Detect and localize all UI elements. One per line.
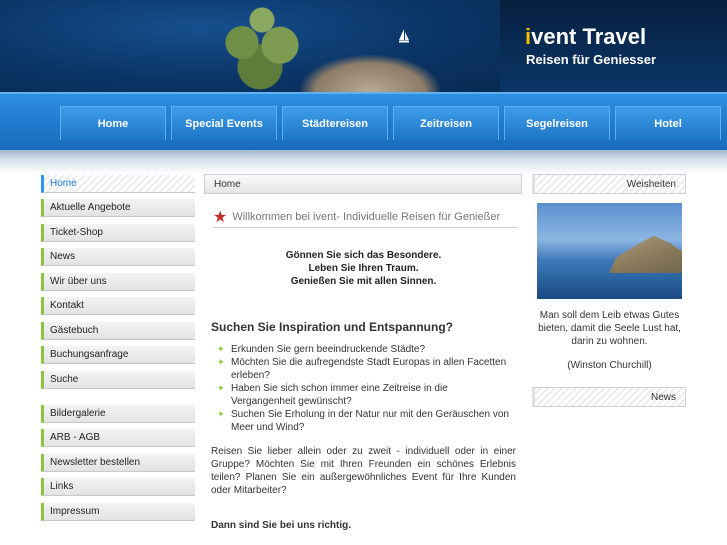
nav-segelreisen[interactable]: Segelreisen [504, 106, 610, 140]
sidebar-item-newsletter[interactable]: Newsletter bestellen [41, 454, 195, 472]
rock-image [300, 55, 440, 92]
nav-special-events[interactable]: Special Events [171, 106, 277, 140]
news-box[interactable]: News [532, 387, 686, 407]
weisheiten-box: Weisheiten [532, 174, 686, 194]
nav-zeitreisen[interactable]: Zeitreisen [393, 106, 499, 140]
logo-title-text: vent Travel [531, 24, 647, 49]
motto: Gönnen Sie sich das Besondere. Leben Sie… [211, 249, 516, 288]
sidebar-item-gaestebuch[interactable]: Gästebuch [41, 322, 195, 340]
sidebar-item-suche[interactable]: Suche [41, 371, 195, 389]
sidebar-item-bildergalerie[interactable]: Bildergalerie [41, 405, 195, 423]
sidebar-item-ticket-shop[interactable]: Ticket-Shop [41, 224, 195, 242]
sidebar-item-kontakt[interactable]: Kontakt [41, 297, 195, 315]
sailboat-icon [399, 29, 409, 43]
nav-staedtereisen[interactable]: Städtereisen [282, 106, 388, 140]
list-item: Erkunden Sie gern beeindruckende Städte? [217, 343, 515, 356]
closing-line: Dann sind Sie bei uns richtig. [211, 520, 352, 531]
nav-hotel[interactable]: Hotel [615, 106, 721, 140]
sidebar-item-buchungsanfrage[interactable]: Buchungsanfrage [41, 346, 195, 364]
list-item: Haben Sie sich schon immer eine Zeitreis… [217, 382, 515, 408]
welcome-text: Willkommen bei ivent- Individuelle Reise… [232, 210, 501, 223]
welcome-heading: ★ Willkommen bei ivent- Individuelle Rei… [213, 206, 518, 228]
water-shape [537, 273, 682, 299]
nav-shadow [0, 150, 727, 174]
coast-photo [537, 203, 682, 299]
questions-paragraph: Reisen Sie lieber allein oder zu zweit -… [211, 446, 516, 496]
sidebar-item-impressum[interactable]: Impressum [41, 503, 195, 521]
quote-author: (Winston Churchill) [567, 360, 652, 371]
breadcrumb: Home [204, 174, 522, 194]
sidebar-item-news[interactable]: News [41, 248, 195, 266]
sidebar-item-arb-agb[interactable]: ARB - AGB [41, 429, 195, 447]
star-icon: ★ [213, 208, 228, 226]
main-navigation: Home Special Events Städtereisen Zeitrei… [0, 92, 727, 150]
logo-title[interactable]: ivent Travel [525, 24, 646, 50]
tree-image [212, 2, 312, 92]
quote-text: Man soll dem Leib etwas Gutes bieten, da… [538, 310, 681, 347]
nav-home[interactable]: Home [60, 106, 166, 140]
sidebar-item-home[interactable]: Home [41, 175, 195, 193]
sidebar-item-aktuelle-angebote[interactable]: Aktuelle Angebote [41, 199, 195, 217]
sidebar-item-links[interactable]: Links [41, 478, 195, 496]
motto-line: Gönnen Sie sich das Besondere. [285, 250, 442, 261]
inspiration-heading: Suchen Sie Inspiration und Entspannung? [211, 320, 454, 334]
feature-list: Erkunden Sie gern beeindruckende Städte?… [217, 343, 515, 434]
sidebar-item-wir-ueber-uns[interactable]: Wir über uns [41, 273, 195, 291]
motto-line: Genießen Sie mit allen Sinnen. [290, 276, 437, 287]
logo-tagline: Reisen für Geniesser [526, 52, 657, 67]
list-item: Möchten Sie die aufregendste Stadt Europ… [217, 356, 515, 382]
motto-line: Leben Sie Ihren Traum. [308, 263, 419, 274]
list-item: Suchen Sie Erholung in der Natur nur mit… [217, 408, 515, 434]
